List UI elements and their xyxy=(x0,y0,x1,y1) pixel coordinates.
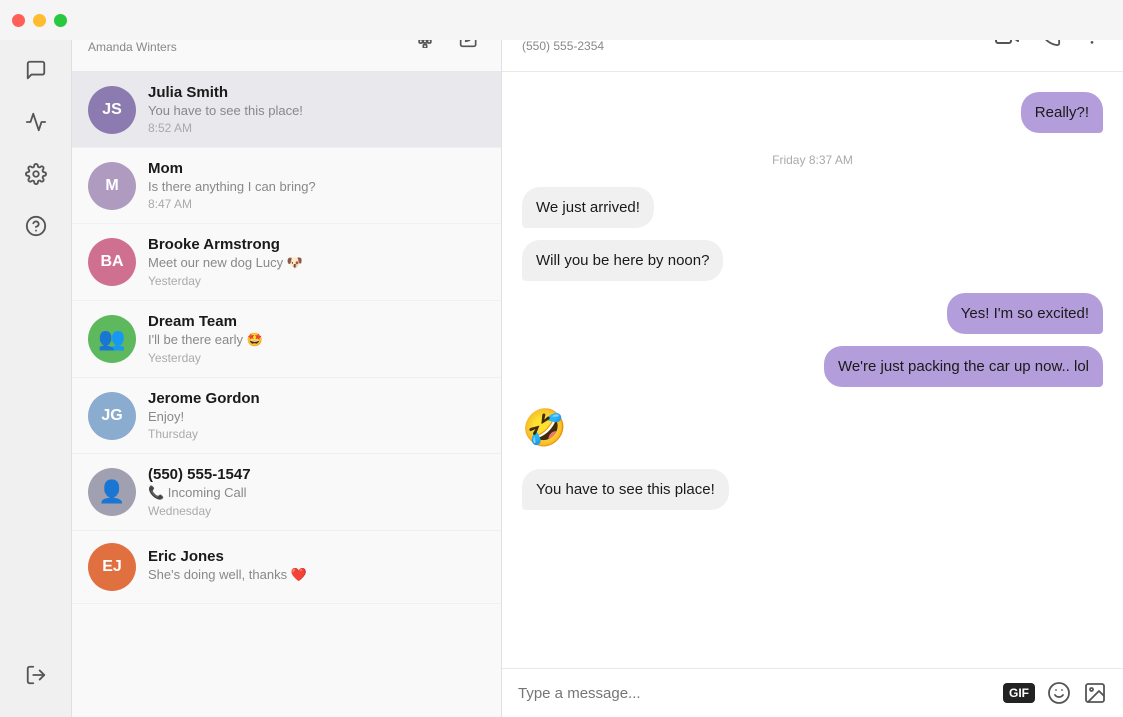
message-row-received-2: Will you be here by noon? xyxy=(522,240,1103,281)
conversation-item-eric-jones[interactable]: EJ Eric Jones She's doing well, thanks ❤… xyxy=(72,531,501,604)
message-bubble-packing: We're just packing the car up now.. lol xyxy=(824,346,1103,387)
conv-name: Mom xyxy=(148,160,485,177)
conversation-item-brooke-armstrong[interactable]: BA Brooke Armstrong Meet our new dog Luc… xyxy=(72,224,501,301)
help-nav-icon[interactable] xyxy=(14,204,58,248)
conv-name: Jerome Gordon xyxy=(148,390,485,407)
gif-button[interactable]: GIF xyxy=(1003,683,1035,703)
conv-preview: Is there anything I can bring? xyxy=(148,179,485,194)
conv-content-unknown: (550) 555-1547 📞 Incoming Call Wednesday xyxy=(148,466,485,518)
message-bubble-arrived: We just arrived! xyxy=(522,187,654,228)
conv-content-dream-team: Dream Team I'll be there early 🤩 Yesterd… xyxy=(148,313,485,365)
conversation-item-unknown-number[interactable]: 👤 (550) 555-1547 📞 Incoming Call Wednesd… xyxy=(72,454,501,531)
conv-time: 8:52 AM xyxy=(148,121,485,135)
message-bubble-noon: Will you be here by noon? xyxy=(522,240,723,281)
header-name: Amanda Winters xyxy=(88,40,191,54)
conv-preview: I'll be there early 🤩 xyxy=(148,332,485,348)
activity-nav-icon[interactable] xyxy=(14,100,58,144)
conv-name: Julia Smith xyxy=(148,84,485,101)
conv-content-jerome: Jerome Gordon Enjoy! Thursday xyxy=(148,390,485,441)
conv-name: Eric Jones xyxy=(148,548,485,565)
settings-nav-icon[interactable] xyxy=(14,152,58,196)
input-area: GIF xyxy=(502,668,1123,717)
conv-time: 8:47 AM xyxy=(148,197,485,211)
message-row-sent-3: We're just packing the car up now.. lol xyxy=(522,346,1103,387)
message-bubble-really: Really?! xyxy=(1021,92,1103,133)
maximize-button[interactable] xyxy=(54,14,67,27)
conv-content-eric: Eric Jones She's doing well, thanks ❤️ xyxy=(148,548,485,586)
conversation-item-jerome-gordon[interactable]: JG Jerome Gordon Enjoy! Thursday xyxy=(72,378,501,454)
minimize-button[interactable] xyxy=(33,14,46,27)
conv-preview: 📞 Incoming Call xyxy=(148,485,485,501)
message-row-sent: Really?! xyxy=(522,92,1103,133)
conv-time: Wednesday xyxy=(148,504,485,518)
conversation-list: JS Julia Smith You have to see this plac… xyxy=(72,72,501,717)
avatar-jerome: JG xyxy=(88,392,136,440)
conv-preview: Meet our new dog Lucy 🐶 xyxy=(148,255,485,271)
message-row-received-last: You have to see this place! xyxy=(522,469,1103,510)
message-row-emoji: 🤣 xyxy=(522,399,1103,457)
conv-name: (550) 555-1547 xyxy=(148,466,485,483)
chat-panel: Julia Smith (550) 555-2354 xyxy=(502,0,1123,717)
close-button[interactable] xyxy=(12,14,25,27)
logout-nav-icon[interactable] xyxy=(14,653,58,697)
conversation-item-dream-team[interactable]: 👥 Dream Team I'll be there early 🤩 Yeste… xyxy=(72,301,501,378)
conv-preview: Enjoy! xyxy=(148,409,485,424)
avatar-unknown: 👤 xyxy=(88,468,136,516)
date-separator: Friday 8:37 AM xyxy=(522,153,1103,167)
conv-preview: You have to see this place! xyxy=(148,103,485,118)
message-bubble-excited: Yes! I'm so excited! xyxy=(947,293,1103,334)
app-container: (550) 555-2123 Amanda Winters xyxy=(0,0,1123,717)
chat-contact-phone: (550) 555-2354 xyxy=(522,39,607,53)
avatar-dream-team: 👥 xyxy=(88,315,136,363)
message-bubble-place: You have to see this place! xyxy=(522,469,729,510)
conv-time: Yesterday xyxy=(148,351,485,365)
message-row-sent-2: Yes! I'm so excited! xyxy=(522,293,1103,334)
conv-name: Dream Team xyxy=(148,313,485,330)
conv-content-julia-smith: Julia Smith You have to see this place! … xyxy=(148,84,485,135)
conv-content-mom: Mom Is there anything I can bring? 8:47 … xyxy=(148,160,485,211)
conv-content-brooke: Brooke Armstrong Meet our new dog Lucy 🐶… xyxy=(148,236,485,288)
conversations-panel: (550) 555-2123 Amanda Winters xyxy=(72,0,502,717)
message-bubble-emoji: 🤣 xyxy=(522,399,567,457)
avatar-julia-smith: JS xyxy=(88,86,136,134)
avatar-mom: M xyxy=(88,162,136,210)
sidebar xyxy=(0,0,72,717)
message-input[interactable] xyxy=(518,685,991,702)
message-row-received-1: We just arrived! xyxy=(522,187,1103,228)
messages-area: Really?! Friday 8:37 AM We just arrived!… xyxy=(502,72,1123,668)
conversation-item-mom[interactable]: M Mom Is there anything I can bring? 8:4… xyxy=(72,148,501,224)
emoji-button[interactable] xyxy=(1047,681,1071,705)
conv-time: Thursday xyxy=(148,427,485,441)
messages-nav-icon[interactable] xyxy=(14,48,58,92)
avatar-eric: EJ xyxy=(88,543,136,591)
conv-time: Yesterday xyxy=(148,274,485,288)
title-bar xyxy=(0,0,1123,40)
conv-preview: She's doing well, thanks ❤️ xyxy=(148,567,485,583)
conversation-item-julia-smith[interactable]: JS Julia Smith You have to see this plac… xyxy=(72,72,501,148)
image-button[interactable] xyxy=(1083,681,1107,705)
conv-name: Brooke Armstrong xyxy=(148,236,485,253)
avatar-brooke: BA xyxy=(88,238,136,286)
